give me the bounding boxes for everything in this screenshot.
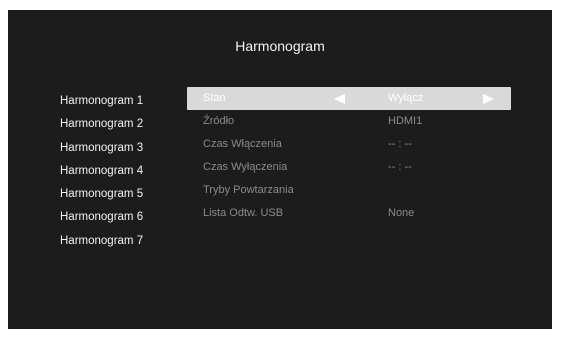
schedule-item-6[interactable]: Harmonogram 6 xyxy=(60,206,143,229)
setting-on-time-value: -- : -- xyxy=(388,138,412,150)
arrow-right-icon[interactable] xyxy=(483,94,494,104)
setting-usb-playlist-row[interactable]: Lista Odtw. USB None xyxy=(187,202,511,225)
schedule-item-2[interactable]: Harmonogram 2 xyxy=(60,113,143,136)
setting-status-value: Wyłącz xyxy=(388,92,424,104)
setting-source-row[interactable]: Źródło HDMI1 xyxy=(187,110,511,133)
setting-on-time-label: Czas Włączenia xyxy=(203,138,282,150)
setting-source-label: Źródło xyxy=(203,115,235,127)
setting-usb-playlist-value: None xyxy=(388,207,415,219)
setting-usb-playlist-label: Lista Odtw. USB xyxy=(203,207,284,219)
schedule-screen: Harmonogram Harmonogram 1 Harmonogram 2 … xyxy=(8,10,552,329)
setting-off-time-row[interactable]: Czas Wyłączenia -- : -- xyxy=(187,156,511,179)
setting-on-time-row[interactable]: Czas Włączenia -- : -- xyxy=(187,133,511,156)
schedule-item-5[interactable]: Harmonogram 5 xyxy=(60,183,143,206)
schedule-item-1[interactable]: Harmonogram 1 xyxy=(60,90,143,113)
schedule-list: Harmonogram 1 Harmonogram 2 Harmonogram … xyxy=(60,90,143,253)
schedule-item-3[interactable]: Harmonogram 3 xyxy=(60,137,143,160)
setting-status-label: Stan xyxy=(203,92,226,104)
setting-repeat-mode-row[interactable]: Tryby Powtarzania xyxy=(187,179,511,202)
setting-off-time-value: -- : -- xyxy=(388,161,412,173)
setting-repeat-mode-label: Tryby Powtarzania xyxy=(203,184,294,196)
page-title: Harmonogram xyxy=(235,38,325,54)
setting-off-time-label: Czas Wyłączenia xyxy=(203,161,288,173)
setting-source-value: HDMI1 xyxy=(388,115,423,127)
schedule-item-4[interactable]: Harmonogram 4 xyxy=(60,160,143,183)
setting-status-row[interactable]: Stan Wyłącz xyxy=(187,87,511,110)
schedule-item-7[interactable]: Harmonogram 7 xyxy=(60,230,143,253)
arrow-left-icon[interactable] xyxy=(334,94,345,104)
settings-panel: Stan Wyłącz Źródło HDMI1 Czas Włączenia … xyxy=(187,87,511,225)
